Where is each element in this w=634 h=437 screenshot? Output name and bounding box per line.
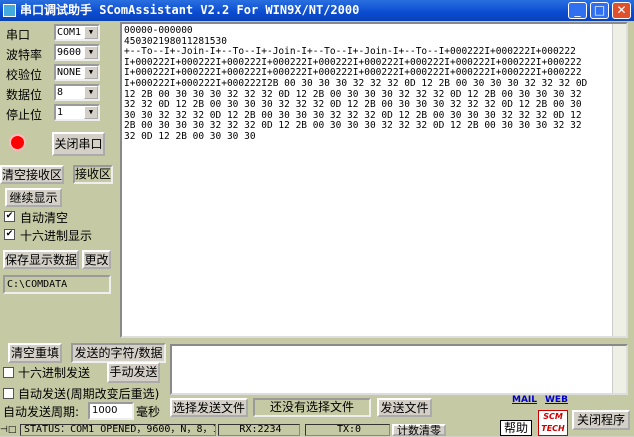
port-status-led-icon <box>11 136 24 149</box>
setting-value: COM1 <box>57 27 82 38</box>
send-textarea[interactable] <box>170 344 628 395</box>
setting-label-2: 校验位 <box>6 68 43 82</box>
auto-send-label: 自动发送(周期改变后重选) <box>18 387 160 401</box>
status-text: STATUS：COM1 OPENED，9600，N，8，1 <box>20 424 216 436</box>
setting-combo-3[interactable]: 8 ▼ <box>54 84 100 101</box>
setting-value: NONE <box>57 67 82 78</box>
chevron-down-icon[interactable]: ▼ <box>84 66 98 79</box>
setting-label-4: 停止位 <box>6 108 43 122</box>
send-scrollbar[interactable] <box>612 346 626 393</box>
setting-combo-4[interactable]: 1 ▼ <box>54 104 100 121</box>
auto-period-label: 自动发送周期: <box>3 405 80 419</box>
hex-send-checkbox[interactable] <box>3 367 14 378</box>
maximize-button[interactable]: □ <box>590 2 609 19</box>
title-bar: 串口调试助手 SComAssistant V2.2 For WIN9X/NT/2… <box>0 0 634 21</box>
receive-line: 00000-000000 <box>124 25 193 36</box>
save-data-button[interactable]: 保存显示数据 <box>3 250 79 269</box>
hex-send-label: 十六进制发送 <box>18 366 91 380</box>
window-title: 串口调试助手 SComAssistant V2.2 For WIN9X/NT/2… <box>20 3 360 17</box>
setting-value: 1 <box>57 107 64 118</box>
mail-link[interactable]: MAIL <box>512 395 537 405</box>
setting-label-0: 串口 <box>6 28 31 42</box>
auto-clear-checkbox[interactable]: ✔ <box>4 211 15 222</box>
tech-logo-icon: SCM TECH <box>538 410 568 436</box>
chevron-down-icon[interactable]: ▼ <box>84 26 98 39</box>
minimize-button[interactable]: _ <box>568 2 587 19</box>
receive-textarea[interactable]: 00000-000000 450302198011281530 +--To--I+-… <box>120 22 628 338</box>
help-button[interactable]: 帮助 <box>500 420 532 436</box>
rx-count: RX:2234 <box>218 424 300 436</box>
receive-scrollbar[interactable] <box>612 24 626 336</box>
setting-combo-2[interactable]: NONE ▼ <box>54 64 100 81</box>
chevron-down-icon[interactable]: ▼ <box>84 86 98 99</box>
send-data-label: 发送的字符/数据 <box>71 343 166 363</box>
setting-combo-0[interactable]: COM1 ▼ <box>54 24 100 41</box>
ms-label: 毫秒 <box>136 405 161 419</box>
setting-label-1: 波特率 <box>6 48 43 62</box>
setting-label-3: 数据位 <box>6 88 43 102</box>
exit-program-button[interactable]: 关闭程序 <box>572 410 630 430</box>
receive-line: 32 0D 12 2B 00 30 30 30 <box>124 130 256 142</box>
setting-combo-1[interactable]: 9600 ▼ <box>54 44 100 61</box>
clear-refill-button[interactable]: 清空重填 <box>8 343 62 363</box>
auto-clear-label: 自动清空 <box>20 211 69 225</box>
close-port-button[interactable]: 关闭串口 <box>52 132 105 156</box>
receive-area-label: 接收区 <box>73 165 113 184</box>
auto-period-input[interactable]: 1000 <box>88 402 134 420</box>
file-status-label: 还没有选择文件 <box>253 398 371 417</box>
choose-file-button[interactable]: 选择发送文件 <box>170 398 248 417</box>
continue-display-button[interactable]: 继续显示 <box>5 188 62 207</box>
reset-count-button[interactable]: 计数清零 <box>392 424 446 436</box>
receive-line: I+000222I+000222I+000222I2B 00 30 30 30 … <box>124 77 588 89</box>
chevron-down-icon[interactable]: ▼ <box>84 106 98 119</box>
setting-value: 9600 <box>57 47 82 58</box>
app-icon <box>3 4 16 17</box>
save-path-field[interactable]: C:\COMDATA <box>3 275 111 294</box>
auto-send-checkbox[interactable] <box>3 388 14 399</box>
clear-receive-button[interactable]: 清空接收区 <box>0 165 64 184</box>
setting-value: 8 <box>57 87 64 98</box>
hex-display-checkbox[interactable]: ✔ <box>4 229 15 240</box>
send-file-button[interactable]: 发送文件 <box>377 398 432 417</box>
web-link[interactable]: WEB <box>545 395 568 405</box>
change-path-button[interactable]: 更改 <box>82 250 111 269</box>
close-window-button[interactable]: ✕ <box>612 2 631 19</box>
tx-count: TX:0 <box>305 424 390 436</box>
status-icon: ⊣□ <box>0 425 17 435</box>
manual-send-button[interactable]: 手动发送 <box>107 362 160 383</box>
hex-display-label: 十六进制显示 <box>20 229 93 243</box>
chevron-down-icon[interactable]: ▼ <box>84 46 98 59</box>
